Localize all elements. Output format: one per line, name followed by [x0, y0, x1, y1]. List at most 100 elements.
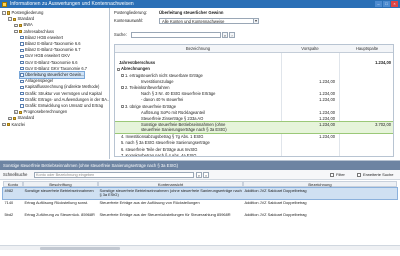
tree-item[interactable]: Bilanz E-Bilanz-Taxonomie 6.6 [20, 41, 81, 47]
grid-row[interactable]: Nach § 3 Nr. 40 EStG steuerfreie Erträge… [115, 91, 393, 97]
tree-item[interactable]: Grafik: Ertrags- und Aufwendungen in der… [20, 97, 109, 103]
vorspalte-value: 1.234,00 [319, 91, 335, 97]
grid-row[interactable]: Investitionszulage 1.234,00 [115, 79, 393, 85]
folder-icon [18, 23, 22, 27]
tree-item[interactable]: + BWA [14, 22, 33, 28]
collapse-icon[interactable]: - [14, 29, 18, 34]
grid-row[interactable] [115, 54, 393, 60]
collapse-icon[interactable]: - [121, 74, 124, 77]
row-label: 3. übrige steuerfreie Erträge [125, 103, 176, 109]
search-icon[interactable]: ⌕ [222, 32, 228, 38]
col-kontenansicht[interactable]: Kontenansicht [98, 181, 243, 187]
schnellsuche-input[interactable]: Konto oder Bezeichnung eingeben [34, 172, 194, 178]
report-icon [20, 91, 24, 96]
report-icon [20, 85, 24, 89]
tree-item[interactable]: Bilanz E-Bilanz-Taxonomie 6.7 [20, 47, 81, 53]
hauptspalte-value: 1.234,00 [375, 60, 391, 66]
cell-kontenansicht[interactable]: Steuerfreie Erträge aus der Auflösung vo… [98, 201, 243, 211]
grid-row[interactable]: -3. übrige steuerfreie Erträge [115, 104, 393, 110]
vorspalte-value: 1.234,00 [319, 97, 335, 103]
cell-kontenansicht[interactable]: Sonstige steuerfreie Betriebseinnahmen (… [98, 189, 243, 199]
collapse-icon[interactable]: - [8, 17, 12, 21]
col-beschriftung[interactable]: Beschriftung [23, 181, 98, 187]
tree-item-label: Prognoseberechnungen [23, 109, 68, 115]
expand-icon[interactable]: + [14, 23, 18, 28]
close-icon[interactable]: × [391, 1, 398, 7]
search-next-icon[interactable]: › [229, 32, 235, 38]
expand-icon[interactable]: + [14, 110, 18, 114]
grid-row[interactable]: Auflösung SoPo mit Rücklageanteil 1.234,0… [115, 110, 393, 116]
folder-icon [18, 110, 22, 114]
erweitert-checkbox[interactable] [357, 172, 361, 177]
cell-bezeichnung[interactable]: Addition JVZ Saldoart Doppelbetrag [243, 213, 397, 223]
grid-row[interactable]: Steuerfreie Zinserträge § 233a AO 1.234,0… [115, 116, 393, 122]
cell-kontenansicht[interactable]: Steuerfreie Erträge aus der Steuerrückst… [98, 213, 243, 223]
tree-item[interactable]: GuV HGB erweitert GKV [20, 53, 70, 59]
scrollbar-thumb[interactable] [40, 247, 120, 250]
tree-item[interactable]: GuV E-Bilanz-Taxonomie 6.6 [20, 60, 78, 66]
cell-konto[interactable]: 7140 [3, 201, 23, 211]
tree-item[interactable]: + Standard [8, 115, 34, 121]
tree-item[interactable]: Anlagenspiegel [20, 78, 53, 84]
expand-icon[interactable]: + [2, 122, 6, 127]
grid-row[interactable]: - davon 40 % steuerfrei 1.234,00 [115, 97, 393, 103]
cell-konto[interactable]: 5bd2 [3, 213, 23, 223]
grid-row[interactable]: 5. nach § 3a EStG steuerfreie Sanierungs… [115, 140, 393, 146]
report-icon [20, 73, 24, 77]
grid-row[interactable]: - Abrechnungen [115, 66, 393, 72]
cell-bezeichnung[interactable]: Addition JVZ Saldoart Doppelbetrag [243, 201, 397, 211]
folder-icon [6, 11, 10, 15]
tree-item-label: Grafik: Struktur von Vermögen und Kapita… [25, 90, 102, 96]
cell-konto[interactable]: 4982 [3, 189, 23, 199]
col-hauptspalte[interactable]: Hauptspalte [339, 45, 393, 53]
search-icon[interactable]: ⌕ [196, 172, 202, 178]
tree-item[interactable]: Kapitalflussrechnung (indirekte Methode) [20, 84, 99, 90]
expand-icon[interactable]: + [8, 116, 12, 121]
tree-item-label: Bilanz E-Bilanz-Taxonomie 6.7 [25, 47, 81, 53]
tree-item[interactable]: Überleitung steuerlicher Gewin... [18, 71, 86, 79]
filter-checkbox[interactable] [330, 172, 334, 177]
horizontal-scrollbar[interactable] [0, 245, 400, 250]
col-konto[interactable]: Konto [3, 181, 23, 187]
vorspalte-value: 1.234,00 [319, 78, 335, 84]
grid-row[interactable]: 7. Korrekturbetrag nach § 4 Abs. 4a EStG [115, 152, 393, 157]
col-bezeichnung[interactable]: Bezeichnung [243, 181, 397, 187]
tree-item[interactable]: Bilanz HGB erweitert [20, 35, 63, 41]
tree-item-label: GuV E-Bilanz GKV Taxonomie 6.7 [25, 65, 88, 71]
tree-item[interactable]: - Postengliederung [2, 10, 43, 16]
grid-row[interactable]: -2. Teileinkünfteverfahren [115, 85, 393, 91]
cell-beschriftung[interactable]: Ertrag Zuführung zu Steuerrück. 85968R [23, 213, 98, 223]
kontenauswahl-select[interactable]: Alle Konten und Kontennachweise ▼ [159, 18, 259, 24]
tree-item[interactable]: + Kanzlei [2, 122, 25, 128]
tree-item[interactable]: Grafik: Entwicklung von Umsatz und Ertra… [20, 103, 103, 109]
row-label: 4. Investitionsabzugsbetrag § 7g Abs. 1 … [121, 134, 204, 140]
collapse-icon[interactable]: - [117, 67, 120, 71]
cell-beschriftung[interactable]: Ertrag Auflösung Rückstellung sonst. [23, 201, 98, 211]
collapse-icon[interactable]: - [121, 105, 124, 108]
vorspalte-value: 1.234,00 [319, 122, 335, 128]
grid-row[interactable]: 6. steuerfreie Teile der Erträge aus Inv… [115, 147, 393, 153]
tree-item[interactable]: - Standard [8, 16, 34, 22]
cell-beschriftung[interactable]: Sonstige steuerfreie Betriebseinnahmen [23, 189, 98, 199]
grid-row[interactable]: 4. Investitionsabzugsbetrag § 7g Abs. 1 … [115, 134, 393, 140]
tree-item[interactable]: - Jahresabschluss [14, 29, 54, 35]
chevron-down-icon[interactable]: ▼ [253, 19, 258, 23]
grid-row[interactable]: -1. ertragsteuerlich nicht steuerbare Er… [115, 73, 393, 79]
maximize-icon[interactable]: □ [383, 1, 390, 7]
tree-item[interactable]: Grafik: Struktur von Vermögen und Kapita… [20, 91, 102, 97]
report-icon [20, 98, 24, 102]
col-vorspalte[interactable]: Vorspalte [281, 45, 339, 53]
minimize-icon[interactable]: – [375, 1, 382, 7]
tree-item[interactable]: GuV E-Bilanz GKV Taxonomie 6.7 [20, 66, 87, 72]
collapse-icon[interactable]: - [121, 86, 124, 90]
cell-bezeichnung[interactable]: Addition JVZ Saldoart Doppelbetrag [243, 189, 397, 199]
tree-item-label: Kanzlei [11, 121, 25, 127]
col-bezeichnung[interactable]: Bezeichnung [115, 45, 281, 53]
grid-row[interactable]: Jahresüberschuss 1.234,00 [115, 60, 393, 66]
tree-item[interactable]: + Prognoseberechnungen [14, 109, 67, 115]
collapse-icon[interactable]: - [2, 11, 6, 15]
clear-icon[interactable]: × [203, 172, 209, 178]
row-label: 7. Korrekturbetrag nach § 4 Abs. 4a EStG [121, 152, 197, 157]
grid-row[interactable]: Sonstige steuerfreie Betriebseinnahmen (… [115, 121, 393, 135]
search-input[interactable] [131, 32, 221, 38]
